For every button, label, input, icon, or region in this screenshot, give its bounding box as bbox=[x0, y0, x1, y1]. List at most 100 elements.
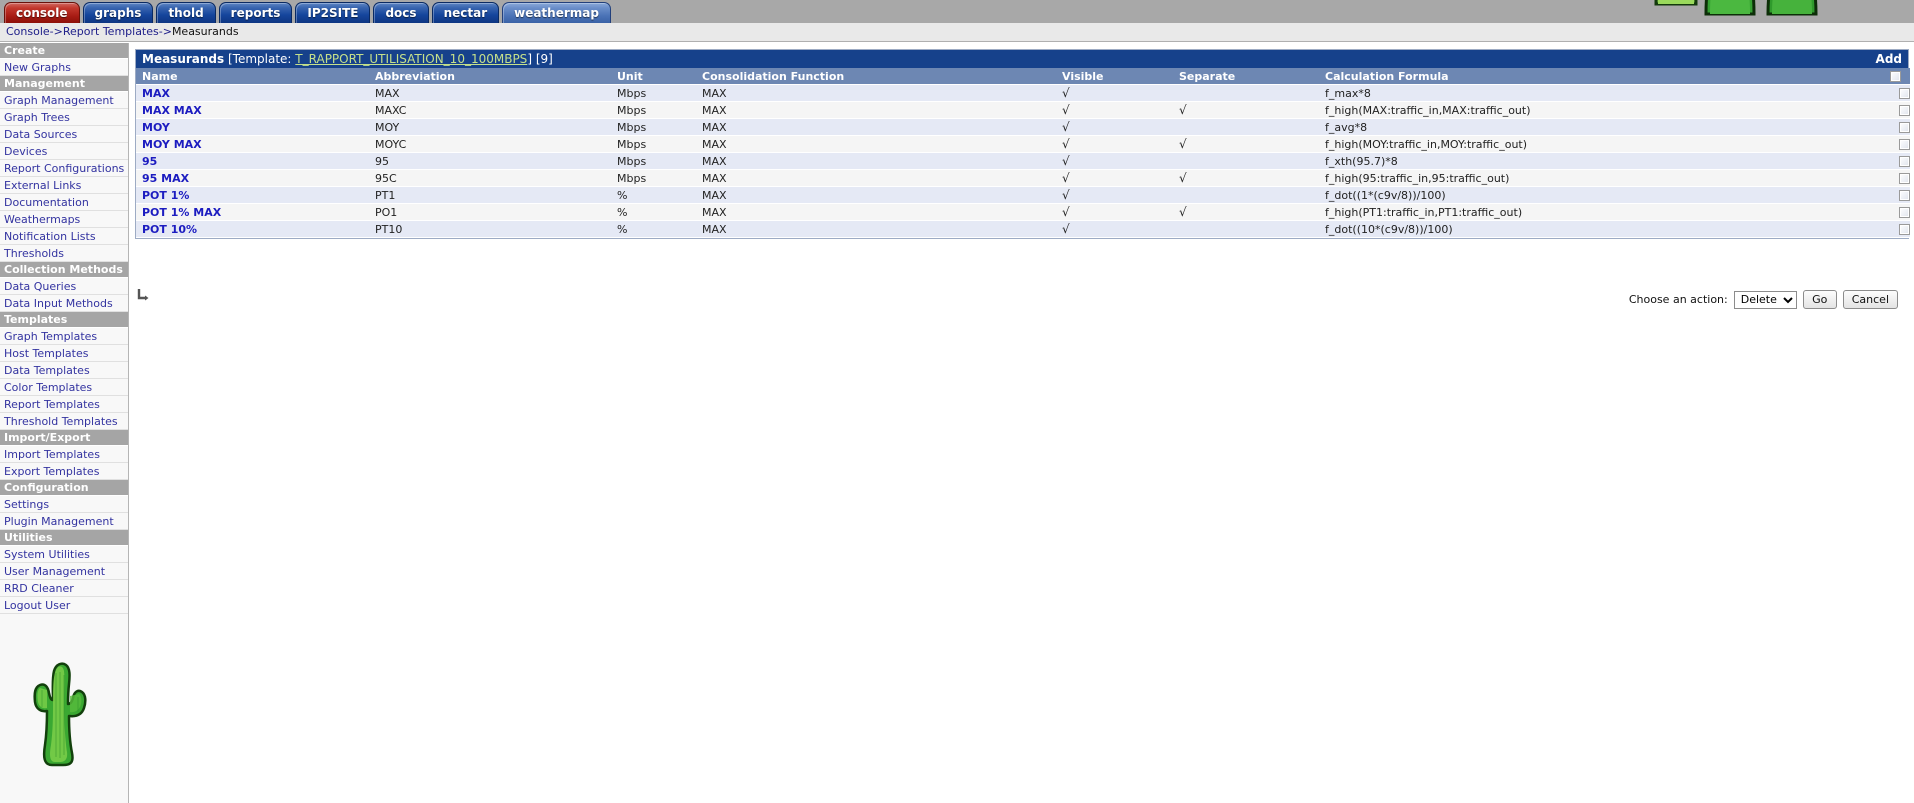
tab-graphs[interactable]: graphs bbox=[82, 2, 154, 23]
tab-weathermap[interactable]: weathermap bbox=[502, 2, 611, 23]
cell-abbreviation: MAXC bbox=[369, 101, 611, 119]
table-footer-area: Choose an action: Delete Go Cancel bbox=[136, 283, 1908, 323]
add-measurand-link[interactable]: Add bbox=[1876, 50, 1902, 68]
cancel-button[interactable]: Cancel bbox=[1842, 290, 1898, 309]
sidebar-item-graph-trees[interactable]: Graph Trees bbox=[0, 109, 128, 126]
col-header-abbreviation[interactable]: Abbreviation bbox=[369, 68, 611, 85]
cell-unit: Mbps bbox=[611, 101, 696, 119]
tab-docs[interactable]: docs bbox=[373, 2, 429, 23]
table-row[interactable]: MOY MAX MOYC Mbps MAX √ √ f_high(MOY:traffic_i… bbox=[136, 135, 1910, 153]
action-select[interactable]: Delete bbox=[1733, 290, 1797, 309]
measurand-link[interactable]: POT 1% bbox=[142, 189, 189, 202]
sidebar-item-weathermaps[interactable]: Weathermaps bbox=[0, 211, 128, 228]
measurand-link[interactable]: MOY bbox=[142, 121, 170, 134]
table-row[interactable]: 95 MAX 95C Mbps MAX √ √ f_high(95:traffic_in,9… bbox=[136, 169, 1910, 187]
measurand-link[interactable]: MAX bbox=[142, 87, 170, 100]
tab-console[interactable]: console bbox=[4, 2, 80, 23]
row-select-checkbox[interactable] bbox=[1899, 190, 1910, 201]
measurand-link[interactable]: MAX MAX bbox=[142, 104, 202, 117]
sidebar-item-graph-templates[interactable]: Graph Templates bbox=[0, 328, 128, 345]
sidebar-item-data-templates[interactable]: Data Templates bbox=[0, 362, 128, 379]
sidebar-item-color-templates[interactable]: Color Templates bbox=[0, 379, 128, 396]
sidebar-group-collection-methods: Collection Methods bbox=[0, 262, 128, 278]
table-row[interactable]: POT 1% MAX PO1% MAX √ √ f_high(PT1:traffic_in… bbox=[136, 203, 1910, 221]
col-header-visible[interactable]: Visible bbox=[1056, 68, 1173, 85]
sidebar-item-logout-user[interactable]: Logout User bbox=[0, 597, 128, 614]
table-row[interactable]: MAX MAX MAXC Mbps MAX √ √ f_high(MAX:traffic_i… bbox=[136, 101, 1910, 119]
panel-item-count: [9] bbox=[535, 52, 553, 66]
return-arrow-icon bbox=[136, 287, 152, 303]
row-select-checkbox[interactable] bbox=[1899, 173, 1910, 184]
col-header-calculation-formula[interactable]: Calculation Formula bbox=[1319, 68, 1884, 85]
cell-unit: % bbox=[611, 203, 696, 221]
sidebar-item-data-input-methods[interactable]: Data Input Methods bbox=[0, 295, 128, 312]
table-row[interactable]: MOY MOY Mbps MAX √ f_avg*8 bbox=[136, 118, 1910, 136]
sidebar-item-data-queries[interactable]: Data Queries bbox=[0, 278, 128, 295]
sidebar-item-settings[interactable]: Settings bbox=[0, 496, 128, 513]
panel-template-prefix: [Template: bbox=[227, 52, 292, 66]
col-header-unit[interactable]: Unit bbox=[611, 68, 696, 85]
breadcrumb-report-templates[interactable]: Report Templates bbox=[63, 25, 159, 38]
col-header-separate[interactable]: Separate bbox=[1173, 68, 1319, 85]
row-select-checkbox[interactable] bbox=[1899, 156, 1910, 167]
measurand-link[interactable]: MOY MAX bbox=[142, 138, 202, 151]
row-select-checkbox[interactable] bbox=[1899, 139, 1910, 150]
sidebar-item-report-configurations[interactable]: Report Configurations bbox=[0, 160, 128, 177]
row-select-checkbox[interactable] bbox=[1899, 105, 1910, 116]
sidebar-item-threshold-templates[interactable]: Threshold Templates bbox=[0, 413, 128, 430]
table-body: MAX MAX Mbps MAX √ f_max*8 MAX MAX MAXC Mbps MAX √… bbox=[136, 84, 1910, 238]
sidebar-item-user-management[interactable]: User Management bbox=[0, 563, 128, 580]
measurand-link[interactable]: 95 MAX bbox=[142, 172, 189, 185]
sidebar-item-rrd-cleaner[interactable]: RRD Cleaner bbox=[0, 580, 128, 597]
breadcrumb-separator-1: -> bbox=[49, 25, 63, 38]
tab-nectar[interactable]: nectar bbox=[431, 2, 500, 23]
cell-visible: √ bbox=[1056, 152, 1173, 170]
panel-template-link[interactable]: T_RAPPORT_UTILISATION_10_100MBPS bbox=[295, 52, 527, 66]
row-select-checkbox[interactable] bbox=[1899, 207, 1910, 218]
cell-abbreviation: 95 bbox=[369, 152, 611, 170]
cell-consolidation: MAX bbox=[696, 152, 1056, 170]
select-all-checkbox[interactable] bbox=[1890, 71, 1901, 82]
tab-reports[interactable]: reports bbox=[218, 2, 293, 23]
sidebar-item-graph-management[interactable]: Graph Management bbox=[0, 92, 128, 109]
cell-name: 95 MAX bbox=[136, 169, 369, 187]
sidebar-item-notification-lists[interactable]: Notification Lists bbox=[0, 228, 128, 245]
sidebar-item-export-templates[interactable]: Export Templates bbox=[0, 463, 128, 480]
sidebar-item-import-templates[interactable]: Import Templates bbox=[0, 446, 128, 463]
cell-visible: √ bbox=[1056, 101, 1173, 119]
sidebar-item-external-links[interactable]: External Links bbox=[0, 177, 128, 194]
table-row[interactable]: 95 95 Mbps MAX √ f_xth(95.7)*8 bbox=[136, 152, 1910, 170]
sidebar-item-data-sources[interactable]: Data Sources bbox=[0, 126, 128, 143]
measurand-link[interactable]: 95 bbox=[142, 155, 157, 168]
tab-ip2site[interactable]: IP2SITE bbox=[295, 2, 371, 23]
breadcrumb-separator-2: -> bbox=[158, 25, 172, 38]
table-row[interactable]: MAX MAX Mbps MAX √ f_max*8 bbox=[136, 84, 1910, 102]
cell-abbreviation: 95C bbox=[369, 169, 611, 187]
go-button[interactable]: Go bbox=[1802, 290, 1837, 309]
cell-unit: % bbox=[611, 220, 696, 238]
col-header-consolidation-function[interactable]: Consolidation Function bbox=[696, 68, 1056, 85]
cell-select bbox=[1884, 169, 1910, 187]
col-header-name[interactable]: Name bbox=[136, 68, 369, 85]
sidebar-item-devices[interactable]: Devices bbox=[0, 143, 128, 160]
measurand-link[interactable]: POT 10% bbox=[142, 223, 197, 236]
measurand-link[interactable]: POT 1% MAX bbox=[142, 206, 221, 219]
choose-action-label: Choose an action: bbox=[1628, 293, 1728, 306]
sidebar-item-documentation[interactable]: Documentation bbox=[0, 194, 128, 211]
tab-thold[interactable]: thold bbox=[156, 2, 216, 23]
sidebar-item-report-templates[interactable]: Report Templates bbox=[0, 396, 128, 413]
sidebar-item-thresholds[interactable]: Thresholds bbox=[0, 245, 128, 262]
row-select-checkbox[interactable] bbox=[1899, 224, 1910, 235]
cell-separate: √ bbox=[1173, 203, 1319, 221]
table-row[interactable]: POT 10% PT10% MAX √ f_dot((10*(c9v/8))/100) bbox=[136, 220, 1910, 238]
sidebar-group-management: Management bbox=[0, 76, 128, 92]
row-select-checkbox[interactable] bbox=[1899, 88, 1910, 99]
sidebar-item-new-graphs[interactable]: New Graphs bbox=[0, 59, 128, 76]
sidebar-item-plugin-management[interactable]: Plugin Management bbox=[0, 513, 128, 530]
row-select-checkbox[interactable] bbox=[1899, 122, 1910, 133]
sidebar-item-host-templates[interactable]: Host Templates bbox=[0, 345, 128, 362]
table-row[interactable]: POT 1% PT1% MAX √ f_dot((1*(c9v/8))/100) bbox=[136, 186, 1910, 204]
breadcrumb-console[interactable]: Console bbox=[6, 25, 50, 38]
breadcrumb: Console->Report Templates->Measurands bbox=[0, 23, 1914, 42]
sidebar-item-system-utilities[interactable]: System Utilities bbox=[0, 546, 128, 563]
